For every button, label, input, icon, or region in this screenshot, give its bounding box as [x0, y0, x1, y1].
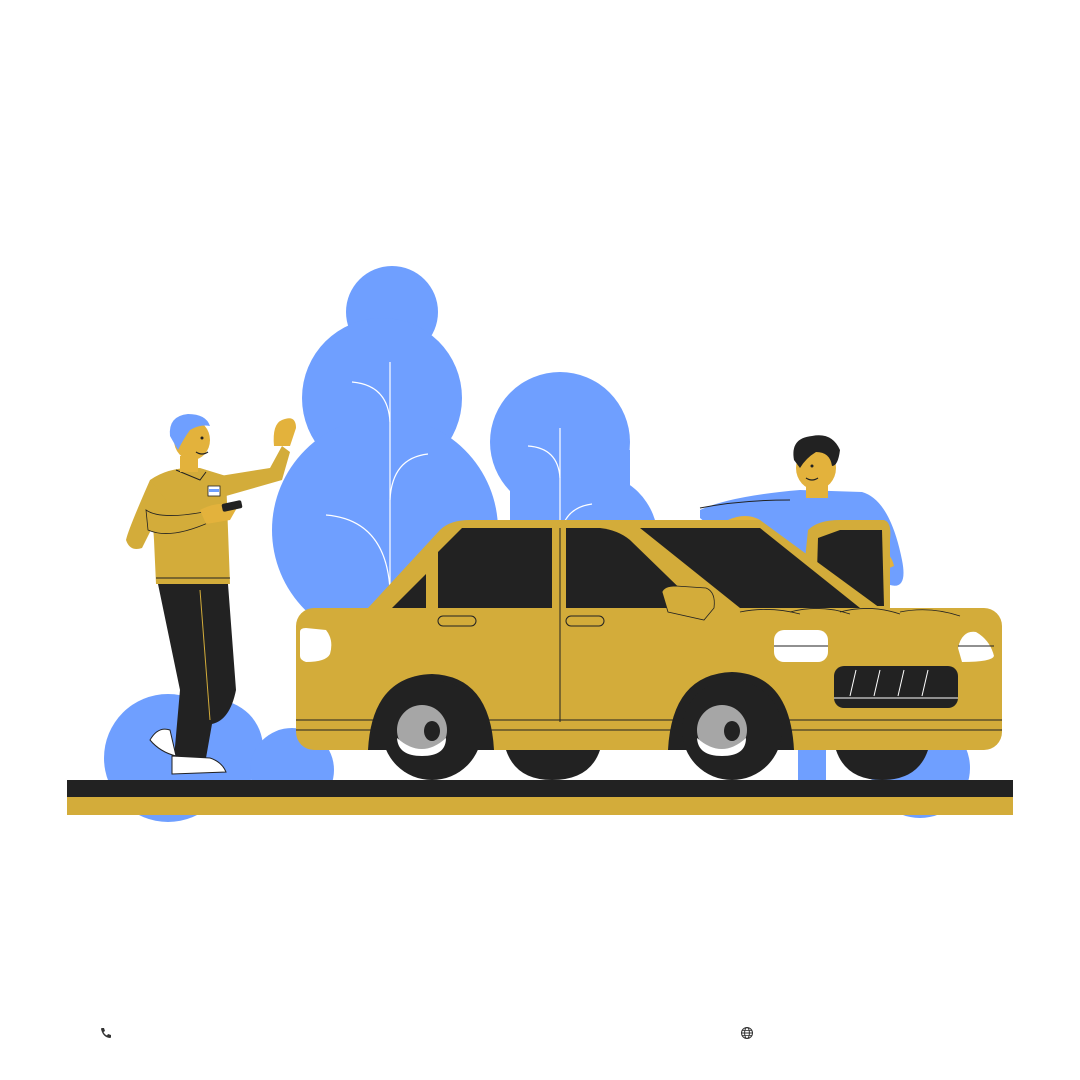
phone-icon	[101, 1028, 111, 1038]
illustration	[67, 266, 1013, 822]
footer-phone	[99, 1026, 113, 1040]
road	[67, 780, 1013, 815]
footer-web	[740, 1026, 754, 1040]
globe-icon	[741, 1027, 753, 1039]
